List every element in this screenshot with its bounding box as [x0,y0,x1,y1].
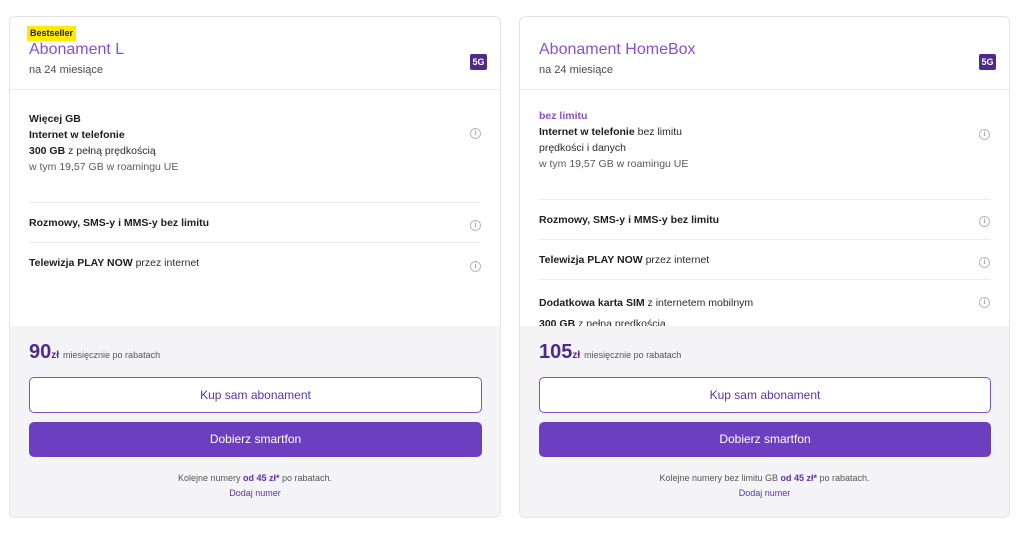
feature-internet-heading: Więcej GB [29,113,81,125]
add-number-link[interactable]: Dodaj numer [520,486,1009,501]
price-currency: zł [51,350,60,361]
price-period: miesięcznie po rabatach [584,350,682,360]
info-icon[interactable]: i [979,216,990,227]
plan-card-abonament-l: Bestseller Abonament L na 24 miesiące 5G… [9,16,501,518]
feature-internet-heading: bez limitu [539,110,588,122]
add-number-link[interactable]: Dodaj numer [10,486,500,501]
info-icon[interactable]: i [979,297,990,308]
price: 105zł miesięcznie po rabatach [539,341,681,364]
feature-internet-speed: prędkości i danych [539,142,626,154]
plan-duration: na 24 miesiące [29,64,103,76]
feature-roaming: w tym 19,57 GB w roamingu UE [29,161,179,173]
feature-internet: Więcej GB Internet w telefonie 300 GB z … [29,91,481,203]
feature-internet-speed: z pełną prędkością [65,145,156,157]
note-text: Kolejne numery [177,473,243,483]
feature-tv-label: Telewizja PLAY NOW [539,254,643,266]
note-text: Kolejne numery bez limitu GB [659,473,781,483]
feature-roaming: w tym 19,57 GB w roamingu UE [539,158,689,170]
5g-icon: 5G [979,54,996,70]
info-icon[interactable]: i [979,257,990,268]
plan-card-abonament-homebox: Abonament HomeBox na 24 miesiące 5G bez … [519,16,1010,518]
feature-tv-desc: przez internet [642,254,710,266]
price-amount: 90 [29,341,52,363]
choose-smartphone-button[interactable]: Dobierz smartfon [539,422,991,457]
feature-calls-label: Rozmowy, SMS-y i MMS-y bez limitu [539,214,720,226]
feature-internet-label: Internet w telefonie [539,126,635,138]
note-price: od 45 zł* [780,473,818,483]
additional-numbers-note: Kolejne numery bez limitu GB od 45 zł* p… [520,471,1009,501]
buy-plan-only-button[interactable]: Kup sam abonament [29,377,482,413]
feature-tv-label: Telewizja PLAY NOW [29,257,133,269]
info-icon[interactable]: i [470,220,481,231]
plan-title: Abonament HomeBox [539,41,696,58]
feature-tv-desc: przez internet [132,257,200,269]
plan-title: Abonament L [29,41,125,58]
choose-smartphone-button[interactable]: Dobierz smartfon [29,422,482,457]
additional-numbers-note: Kolejne numery od 45 zł* po rabatach. Do… [10,471,500,501]
note-suffix: po rabatach. [279,473,333,483]
feature-extra-sim-desc: z internetem mobilnym [644,297,754,309]
note-price: od 45 zł* [242,473,280,483]
feature-internet: bez limitu Internet w telefonie bez limi… [539,91,990,200]
plan-header: Abonament HomeBox na 24 miesiące 5G [520,17,1009,90]
feature-list: Więcej GB Internet w telefonie 300 GB z … [10,91,500,283]
plan-header: Bestseller Abonament L na 24 miesiące 5G [10,17,500,90]
feature-calls: Rozmowy, SMS-y i MMS-y bez limitu i [539,200,990,240]
feature-calls: Rozmowy, SMS-y i MMS-y bez limitu i [29,203,481,243]
plan-duration: na 24 miesiące [539,64,613,76]
feature-extra-sim-label: Dodatkowa karta SIM [539,297,645,309]
price-period: miesięcznie po rabatach [63,350,161,360]
price-section: 105zł miesięcznie po rabatach Kup sam abo… [520,326,1009,517]
price: 90zł miesięcznie po rabatach [29,341,160,364]
info-icon[interactable]: i [470,261,481,272]
price-amount: 105 [539,341,573,363]
feature-internet-amount: 300 GB [29,145,66,157]
price-section: 90zł miesięcznie po rabatach Kup sam abon… [10,326,500,517]
feature-tv: Telewizja PLAY NOW przez internet i [539,240,990,280]
price-currency: zł [572,350,581,361]
feature-list: bez limitu Internet w telefonie bez limi… [520,91,1009,340]
feature-internet-limit: bez limitu [634,126,682,138]
bestseller-badge: Bestseller [27,26,77,41]
feature-tv: Telewizja PLAY NOW przez internet i [29,243,481,283]
feature-internet-label: Internet w telefonie [29,129,125,141]
note-suffix: po rabatach. [817,473,870,483]
5g-icon: 5G [470,54,487,70]
info-icon[interactable]: i [979,129,990,140]
info-icon[interactable]: i [470,128,481,139]
feature-calls-label: Rozmowy, SMS-y i MMS-y bez limitu [29,217,210,229]
buy-plan-only-button[interactable]: Kup sam abonament [539,377,991,413]
